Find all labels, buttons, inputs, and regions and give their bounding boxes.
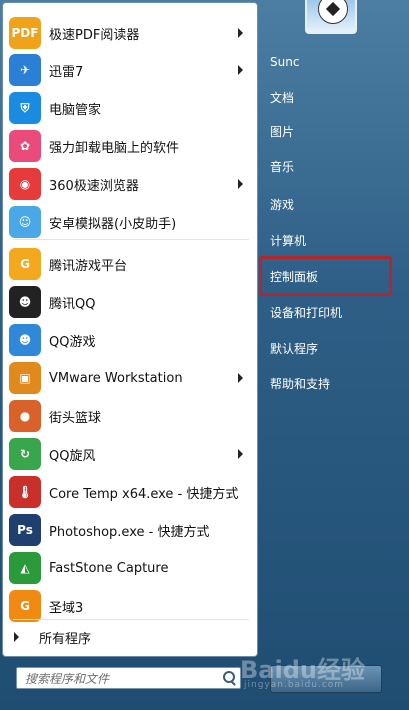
all-programs-label: 所有程序 [39,631,92,647]
basketball-icon: ● [9,400,41,432]
program-label: 圣域3 [49,600,84,616]
program-item[interactable]: ◭ FastStone Capture [3,549,257,587]
submenu-arrow-icon[interactable] [238,179,243,189]
program-list-pane: PDF 极速PDF阅读器 ✈ 迅雷7 ⛨ 电脑管家 ✿ 强力卸载电脑上的软件 ◉ 360极速浏览器… [2,2,258,657]
program-label: 腾讯QQ [49,296,96,312]
program-item[interactable]: 🌡 Core Temp x64.exe - 快捷方式 [3,473,257,511]
menu-documents[interactable]: 文档 [270,84,294,110]
program-label: 安卓模拟器(小皮助手) [49,216,177,232]
menu-help-support[interactable]: 帮助和支持 [270,370,330,396]
program-item[interactable]: ↻ QQ旋风 [3,435,257,473]
all-programs-button[interactable]: 所有程序 [0,623,254,651]
program-item[interactable]: ✿ 强力卸载电脑上的软件 [3,127,257,165]
program-item[interactable]: ⛨ 电脑管家 [3,89,257,127]
qq-whirlwind-icon: ↻ [9,438,41,470]
program-item[interactable]: ◉ 360极速浏览器 [3,165,257,203]
baidu-watermark: Baidu经验 jingyan.baidu.com [222,628,407,708]
android-emulator-icon: ☺ [9,206,41,238]
uninstaller-flower-icon: ✿ [9,130,41,162]
menu-devices-printers[interactable]: 设备和打印机 [270,299,342,325]
menu-computer[interactable]: 计算机 [270,227,306,253]
pc-manager-shield-icon: ⛨ [9,92,41,124]
program-item[interactable]: Ps Photoshop.exe - 快捷方式 [3,511,257,549]
xunlei-bird-icon: ✈ [9,54,41,86]
submenu-arrow-icon[interactable] [238,65,243,75]
divider [13,239,249,240]
program-label: 极速PDF阅读器 [49,27,140,43]
submenu-arrow-icon[interactable] [238,449,243,459]
program-item[interactable]: ▣ VMware Workstation [3,359,257,397]
qq-game-icon: ☻ [9,324,41,356]
photoshop-icon: Ps [9,514,41,546]
program-label: 电脑管家 [49,102,102,118]
browser-360-icon: ◉ [9,168,41,200]
game-g-icon: G [9,590,41,622]
program-item[interactable]: ● 街头篮球 [3,397,257,435]
program-label: 迅雷7 [49,64,84,80]
program-item[interactable]: ☻ 腾讯QQ [3,283,257,321]
submenu-arrow-icon[interactable] [238,28,243,38]
program-item[interactable]: ✈ 迅雷7 [3,51,257,89]
faststone-capture-icon: ◭ [9,552,41,584]
annotation-highlight-box [259,256,392,296]
program-label: 360极速浏览器 [49,178,139,194]
menu-games[interactable]: 游戏 [270,191,294,217]
soccer-ball-icon [318,0,348,24]
program-label: 街头篮球 [49,410,102,426]
thermometer-icon: 🌡 [9,476,41,508]
program-item[interactable]: PDF 极速PDF阅读器 [3,14,257,52]
program-label: 强力卸载电脑上的软件 [49,140,180,156]
program-item[interactable]: ☻ QQ游戏 [3,321,257,359]
menu-pictures[interactable]: 图片 [270,118,294,144]
qq-penguin-icon: ☻ [9,286,41,318]
program-label: 腾讯游戏平台 [49,258,128,274]
menu-music[interactable]: 音乐 [270,153,294,179]
search-placeholder: 搜索程序和文件 [25,671,110,686]
tencent-game-platform-icon: G [9,248,41,280]
divider [13,619,249,620]
pdf-reader-icon: PDF [9,17,41,49]
search-input[interactable]: 搜索程序和文件 [16,667,241,689]
program-label: Photoshop.exe - 快捷方式 [49,524,210,540]
program-label: Core Temp x64.exe - 快捷方式 [49,486,239,502]
menu-default-programs[interactable]: 默认程序 [270,335,318,361]
user-avatar[interactable] [305,0,357,34]
program-item[interactable]: G 腾讯游戏平台 [3,245,257,283]
menu-user-sunc[interactable]: Sunc [270,49,299,75]
program-label: VMware Workstation [49,370,183,386]
start-menu: PDF 极速PDF阅读器 ✈ 迅雷7 ⛨ 电脑管家 ✿ 强力卸载电脑上的软件 ◉ 360极速浏览器… [0,0,409,710]
triangle-right-icon [14,632,19,642]
vmware-icon: ▣ [9,362,41,394]
program-item[interactable]: ☺ 安卓模拟器(小皮助手) [3,203,257,241]
program-label: QQ游戏 [49,334,96,350]
watermark-url: jingyan.baidu.com [244,680,345,690]
program-label: FastStone Capture [49,560,169,576]
program-label: QQ旋风 [49,448,96,464]
submenu-arrow-icon[interactable] [238,373,243,383]
